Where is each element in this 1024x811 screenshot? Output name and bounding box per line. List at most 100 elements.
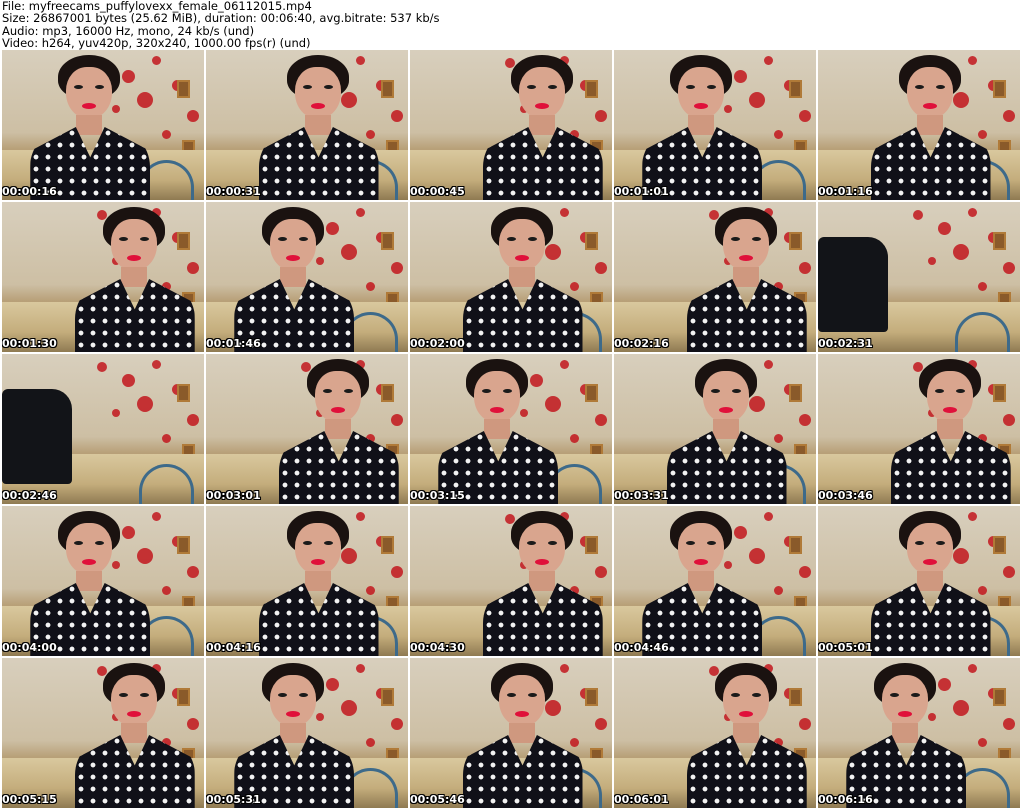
eye — [751, 693, 761, 697]
face — [722, 219, 769, 271]
video-thumbnail[interactable]: 00:04:46 — [614, 506, 816, 656]
polka-dot-dress — [870, 583, 991, 656]
neck — [304, 571, 331, 591]
person-figure — [462, 663, 583, 808]
thumbnail-timestamp: 00:01:01 — [614, 185, 669, 198]
video-thumbnail[interactable]: 00:05:46 — [410, 658, 612, 808]
person-figure — [870, 55, 991, 200]
heart-decoration — [137, 396, 153, 412]
video-thumbnail[interactable]: 00:05:01 — [818, 506, 1020, 656]
video-thumbnail[interactable]: 00:00:45 — [410, 50, 612, 200]
eye — [526, 541, 536, 545]
eye — [139, 237, 149, 241]
face — [518, 523, 565, 575]
eye — [323, 541, 333, 545]
thumbnail-timestamp: 00:01:46 — [206, 337, 261, 350]
thumbnail-timestamp: 00:02:46 — [2, 489, 57, 502]
heart-decoration — [1003, 110, 1015, 122]
polka-dot-dress — [462, 279, 583, 352]
wall-picture-frame — [381, 80, 394, 98]
video-thumbnail[interactable]: 00:03:31 — [614, 354, 816, 504]
face — [906, 523, 953, 575]
eye — [506, 693, 516, 697]
video-thumbnail[interactable]: 00:03:46 — [818, 354, 1020, 504]
thumbnail-timestamp: 00:00:31 — [206, 185, 261, 198]
lips — [922, 103, 937, 109]
polka-dot-dress — [258, 127, 379, 200]
person-figure — [258, 511, 379, 656]
video-thumbnail[interactable]: 00:05:15 — [2, 658, 204, 808]
face — [270, 219, 317, 271]
heart-decoration — [774, 130, 783, 139]
video-thumbnail[interactable]: 00:02:31 — [818, 202, 1020, 352]
file-size-line: Size: 26867001 bytes (25.62 MiB), durati… — [2, 11, 440, 26]
video-thumbnail[interactable]: 00:01:30 — [2, 202, 204, 352]
heart-decoration — [595, 414, 607, 426]
wall-picture-frame — [381, 232, 394, 250]
video-thumbnail[interactable]: 00:02:46 — [2, 354, 204, 504]
thumbnail-timestamp: 00:06:16 — [818, 793, 873, 806]
heart-decoration — [1003, 262, 1015, 274]
video-thumbnail[interactable]: 00:03:15 — [410, 354, 612, 504]
polka-dot-dress — [74, 735, 195, 808]
video-thumbnail[interactable]: 00:05:31 — [206, 658, 408, 808]
heart-decoration — [356, 664, 365, 673]
heart-decoration — [162, 586, 171, 595]
heart-decoration — [978, 282, 987, 291]
heart-decoration — [799, 414, 811, 426]
wall-picture-frame — [789, 384, 802, 402]
eye — [730, 693, 740, 697]
person-figure — [462, 207, 583, 352]
person-figure — [870, 511, 991, 656]
thumbnail-timestamp: 00:05:31 — [206, 793, 261, 806]
person-figure — [642, 511, 763, 656]
video-thumbnail[interactable]: 00:02:00 — [410, 202, 612, 352]
wall-picture-frame — [585, 688, 598, 706]
neck — [120, 267, 147, 287]
video-thumbnail[interactable]: 00:06:01 — [614, 658, 816, 808]
neck — [484, 419, 511, 439]
thumbnail-grid: 00:00:16 00:00:31 00:00:45 00:01:01 00:01:16… — [2, 50, 1024, 810]
neck — [528, 571, 555, 591]
video-thumbnail[interactable]: 00:01:01 — [614, 50, 816, 200]
thumbnail-timestamp: 00:01:30 — [2, 337, 57, 350]
thumbnail-timestamp: 00:04:30 — [410, 641, 465, 654]
thumbnail-timestamp: 00:03:46 — [818, 489, 873, 502]
person-figure — [846, 663, 967, 808]
face — [498, 675, 545, 727]
lips — [738, 711, 753, 717]
face — [110, 675, 157, 727]
neck — [76, 571, 103, 591]
thumbnail-timestamp: 00:05:46 — [410, 793, 465, 806]
heart-decoration — [162, 434, 171, 443]
polka-dot-dress — [890, 431, 1011, 504]
heart-decoration — [152, 56, 161, 65]
video-thumbnail[interactable]: 00:03:01 — [206, 354, 408, 504]
eye — [527, 237, 537, 241]
video-thumbnail[interactable]: 00:06:16 — [818, 658, 1020, 808]
heart-decoration — [1003, 718, 1015, 730]
heart-decoration — [799, 110, 811, 122]
video-thumbnail[interactable]: 00:01:16 — [818, 50, 1020, 200]
wall-picture-frame — [585, 232, 598, 250]
lips — [514, 711, 529, 717]
video-thumbnail[interactable]: 00:00:16 — [2, 50, 204, 200]
eye — [935, 541, 945, 545]
heart-decoration — [391, 566, 403, 578]
person-figure — [666, 359, 787, 504]
video-thumbnail[interactable]: 00:02:16 — [614, 202, 816, 352]
heart-decoration — [391, 718, 403, 730]
wall-picture-frame — [585, 384, 598, 402]
video-thumbnail[interactable]: 00:04:16 — [206, 506, 408, 656]
video-thumbnail[interactable]: 00:01:46 — [206, 202, 408, 352]
video-thumbnail[interactable]: 00:00:31 — [206, 50, 408, 200]
video-thumbnail[interactable]: 00:04:00 — [2, 506, 204, 656]
neck — [280, 267, 307, 287]
chair-jacket — [2, 389, 72, 484]
face — [702, 371, 749, 423]
wall-picture-frame — [177, 536, 190, 554]
heart-decoration — [366, 738, 375, 747]
video-thumbnail[interactable]: 00:04:30 — [410, 506, 612, 656]
eye — [526, 85, 536, 89]
person-figure — [438, 359, 559, 504]
